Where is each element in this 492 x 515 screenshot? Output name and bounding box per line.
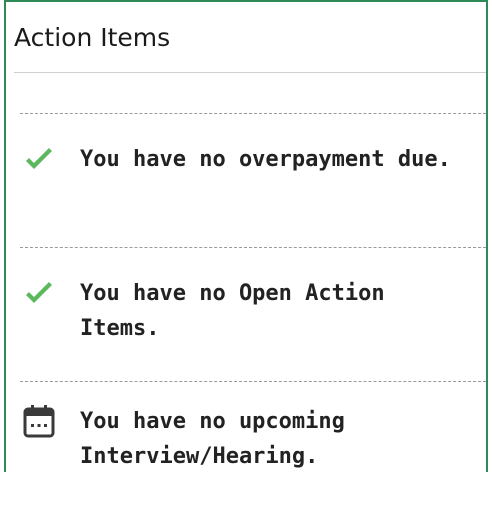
checkmark-icon <box>22 142 56 176</box>
calendar-icon <box>22 404 56 438</box>
action-items-panel: Action Items You have no overpayment due… <box>4 0 488 472</box>
checkmark-icon <box>22 276 56 310</box>
header-divider <box>14 72 486 73</box>
list-item-open-action-items: You have no Open Action Items. <box>20 248 486 381</box>
list-item-interview-hearing: You have no upcoming Interview/Hearing. <box>20 382 486 515</box>
item-text: You have no upcoming Interview/Hearing. <box>80 409 345 469</box>
action-items-list: You have no overpayment due. You have no… <box>20 113 486 515</box>
panel-title: Action Items <box>14 23 171 52</box>
list-item-overpayment: You have no overpayment due. <box>20 114 486 247</box>
item-text: You have no overpayment due. <box>80 147 451 172</box>
panel-header: Action Items <box>14 8 486 72</box>
item-text: You have no Open Action Items. <box>80 281 385 341</box>
